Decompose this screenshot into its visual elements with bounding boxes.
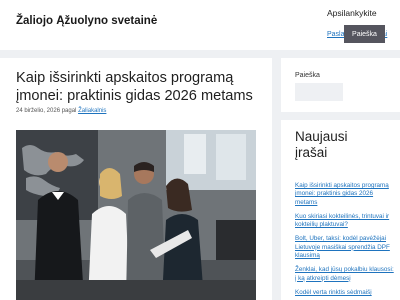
post-date: 24 birželio, 2026	[16, 108, 61, 114]
post-by: pagal	[61, 108, 77, 114]
recent-post-link[interactable]: Kaip išsirinkti apskaitos programą įmone…	[295, 182, 395, 207]
recent-post-link[interactable]: Kuo skiriasi kokteilinės, trintuvai ir k…	[295, 213, 395, 230]
search-input[interactable]	[295, 83, 343, 101]
recent-posts-widget: Naujausi įrašai Kaip išsirinkti apskaito…	[281, 120, 400, 300]
recent-post-link[interactable]: Kodėl verta rinktis sėdmaišį	[295, 289, 395, 297]
search-label: Paieška	[295, 72, 320, 79]
sidebar-search-widget: Paieška	[281, 58, 400, 112]
featured-image	[16, 130, 256, 300]
article-card: Kaip išsirinkti apskaitos programą įmone…	[0, 58, 272, 300]
post-author-link[interactable]: Žaliakalnis	[78, 108, 106, 114]
recent-post-link[interactable]: Ženklai, kad jūsų pokalbiu klausosi: į k…	[295, 266, 395, 283]
recent-posts-heading: Naujausi įrašai	[295, 129, 348, 160]
site-title[interactable]: Žaliojo Ąžuolyno svetainė	[16, 15, 157, 27]
recent-posts-list: Kaip išsirinkti apskaitos programą įmone…	[295, 182, 395, 300]
search-button[interactable]: Paieška	[344, 25, 385, 43]
post-title: Kaip išsirinkti apskaitos programą įmone…	[16, 70, 253, 104]
site-header: Žaliojo Ąžuolyno svetainė Apsilankykite …	[0, 0, 400, 50]
nav-link-visit[interactable]: Apsilankykite	[327, 8, 377, 18]
recent-post-link[interactable]: Bolt, Uber, taksi: kodėl pavėžėjai Lietu…	[295, 235, 395, 260]
post-meta: 24 birželio, 2026 pagal Žaliakalnis	[16, 108, 106, 114]
